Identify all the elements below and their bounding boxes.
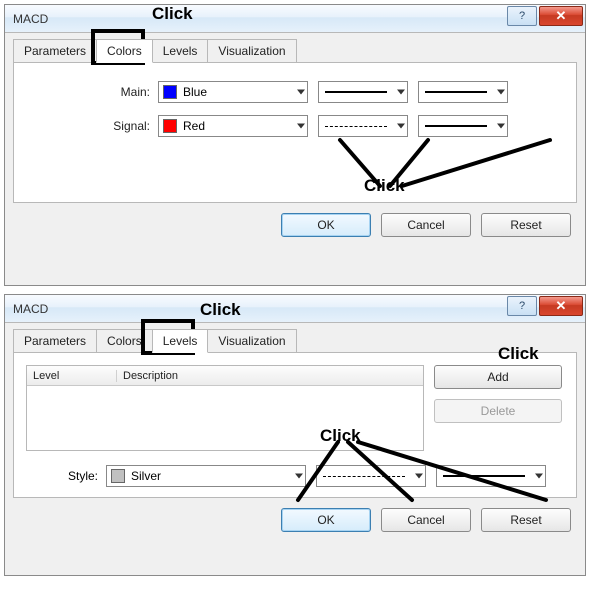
window-title: MACD — [13, 12, 48, 26]
chevron-down-icon — [497, 124, 505, 129]
tab-parameters[interactable]: Parameters — [13, 329, 97, 352]
line-dashed-icon — [325, 126, 387, 127]
tab-visualization[interactable]: Visualization — [207, 39, 296, 62]
tab-strip: Parameters Colors Levels Visualization — [13, 39, 577, 63]
signal-linewidth-combo[interactable] — [418, 115, 508, 137]
color-swatch-red — [163, 119, 177, 133]
chevron-down-icon — [497, 90, 505, 95]
line-solid-icon — [425, 91, 487, 93]
style-row: Style: Silver — [26, 465, 564, 487]
levels-panel: Level Description Add Delete Style: Silv… — [13, 353, 577, 498]
close-button[interactable]: ✕ — [539, 6, 583, 26]
main-linestyle-combo[interactable] — [318, 81, 408, 103]
style-linestyle-combo[interactable] — [316, 465, 426, 487]
chevron-down-icon — [415, 474, 423, 479]
dialog-buttons: OK Cancel Reset — [13, 213, 577, 237]
signal-color-value: Red — [183, 119, 205, 133]
macd-dialog-colors: MACD ? ✕ Parameters Colors Levels Visual… — [4, 4, 586, 286]
help-button[interactable]: ? — [507, 6, 537, 26]
add-button[interactable]: Add — [434, 365, 562, 389]
titlebar[interactable]: MACD ? ✕ — [5, 295, 585, 323]
main-color-value: Blue — [183, 85, 207, 99]
signal-label: Signal: — [28, 119, 158, 133]
levels-header: Level Description — [27, 366, 423, 386]
tab-visualization[interactable]: Visualization — [207, 329, 296, 352]
help-icon: ? — [519, 10, 525, 22]
ok-button[interactable]: OK — [281, 508, 371, 532]
close-icon: ✕ — [556, 8, 567, 24]
ok-button[interactable]: OK — [281, 213, 371, 237]
chevron-down-icon — [297, 90, 305, 95]
line-solid-icon — [443, 475, 525, 477]
chevron-down-icon — [297, 124, 305, 129]
cancel-button[interactable]: Cancel — [381, 213, 471, 237]
chevron-down-icon — [295, 474, 303, 479]
line-solid-icon — [425, 125, 487, 127]
tab-levels[interactable]: Levels — [152, 39, 209, 62]
signal-color-combo[interactable]: Red — [158, 115, 308, 137]
tab-strip: Parameters Colors Levels Visualization — [13, 329, 577, 353]
line-solid-icon — [325, 91, 387, 93]
chevron-down-icon — [535, 474, 543, 479]
row-main: Main: Blue — [28, 81, 562, 103]
tab-colors[interactable]: Colors — [96, 39, 153, 63]
cancel-button[interactable]: Cancel — [381, 508, 471, 532]
color-swatch-silver — [111, 469, 125, 483]
chevron-down-icon — [397, 90, 405, 95]
reset-button[interactable]: Reset — [481, 508, 571, 532]
line-dashed-icon — [323, 476, 405, 477]
reset-button[interactable]: Reset — [481, 213, 571, 237]
window-title: MACD — [13, 302, 48, 316]
color-swatch-blue — [163, 85, 177, 99]
tab-colors[interactable]: Colors — [96, 329, 153, 352]
dialog-buttons: OK Cancel Reset — [13, 508, 577, 532]
titlebar[interactable]: MACD ? ✕ — [5, 5, 585, 33]
colors-panel: Main: Blue Signal: — [13, 63, 577, 203]
delete-button: Delete — [434, 399, 562, 423]
row-signal: Signal: Red — [28, 115, 562, 137]
help-icon: ? — [519, 300, 525, 312]
style-color-value: Silver — [131, 469, 161, 483]
close-button[interactable]: ✕ — [539, 296, 583, 316]
style-color-combo[interactable]: Silver — [106, 465, 306, 487]
col-level[interactable]: Level — [27, 370, 117, 382]
main-label: Main: — [28, 85, 158, 99]
chevron-down-icon — [397, 124, 405, 129]
macd-dialog-levels: MACD ? ✕ Parameters Colors Levels Visual… — [4, 294, 586, 576]
main-linewidth-combo[interactable] — [418, 81, 508, 103]
tab-levels[interactable]: Levels — [152, 329, 209, 353]
tab-parameters[interactable]: Parameters — [13, 39, 97, 62]
close-icon: ✕ — [556, 298, 567, 314]
signal-linestyle-combo[interactable] — [318, 115, 408, 137]
col-description[interactable]: Description — [117, 370, 423, 382]
levels-table[interactable]: Level Description — [26, 365, 424, 451]
main-color-combo[interactable]: Blue — [158, 81, 308, 103]
help-button[interactable]: ? — [507, 296, 537, 316]
style-linewidth-combo[interactable] — [436, 465, 546, 487]
style-label: Style: — [26, 469, 106, 483]
